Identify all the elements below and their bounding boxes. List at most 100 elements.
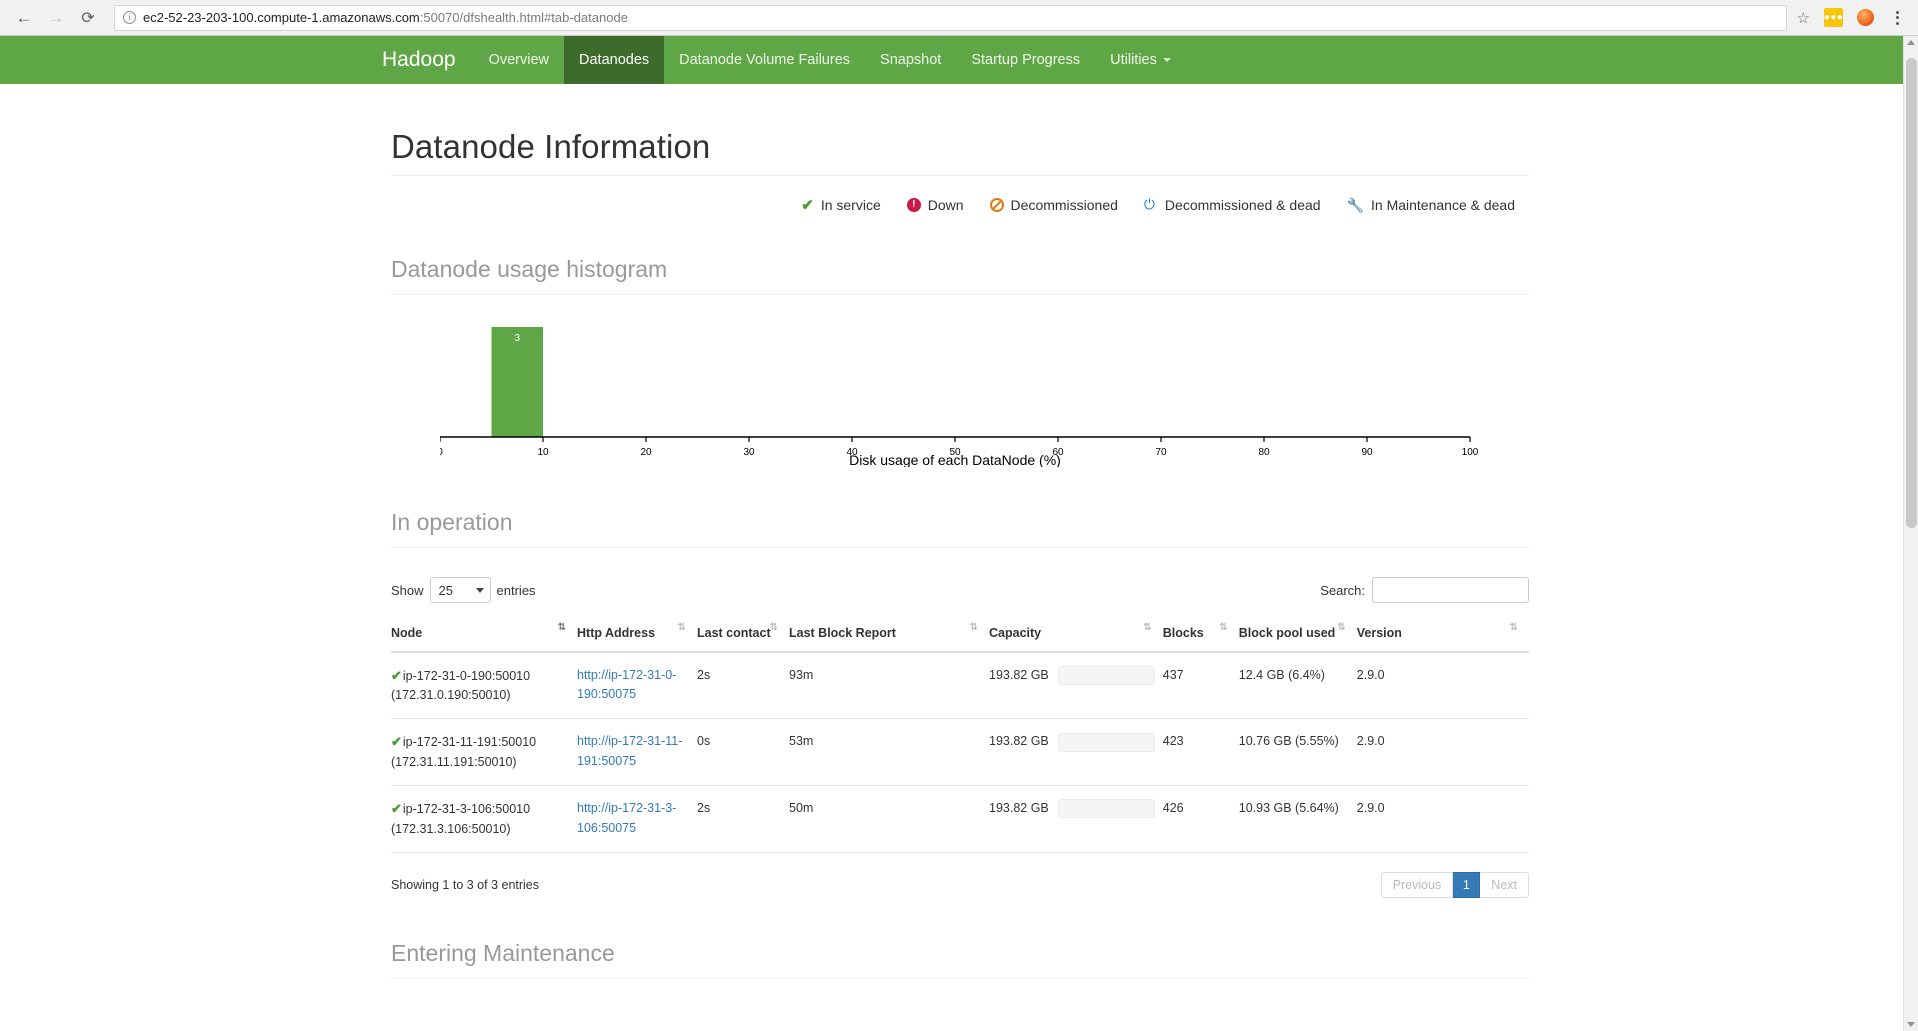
column-label-node: Node [391, 626, 423, 640]
entries-per-page-select[interactable]: 2550100 [429, 577, 491, 603]
column-header-node[interactable]: ⇅ Node [391, 620, 577, 653]
cell-last-contact: 0s [697, 718, 789, 787]
search-input[interactable] [1372, 577, 1529, 603]
column-label-last-contact: Last contact [697, 626, 771, 640]
datanode-table-body: ✔ip-172-31-0-190:50010 (172.31.0.190:5001… [391, 651, 1529, 853]
cell-last-contact: 2s [697, 785, 789, 853]
ban-circle-icon [989, 198, 1004, 212]
cell-capacity: 193.82 GB [989, 718, 1163, 787]
legend-down-label: Down [927, 197, 964, 213]
sort-icon: ⇅ [769, 622, 778, 633]
cell-node: ✔ip-172-31-11-191:50010 (172.31.11.191:50… [391, 718, 577, 787]
column-header-version[interactable]: ⇅ Version [1356, 620, 1529, 653]
power-icon: ⏻ [1143, 196, 1155, 212]
datanode-table-head: ⇅ Node ⇅ Http Address ⇅ Last contact ⇅ L… [391, 620, 1529, 653]
url-text: ec2-52-23-203-100.compute-1.amazonaws.co… [143, 10, 628, 25]
sort-icon: ⇅ [969, 622, 978, 633]
svg-text:10: 10 [537, 447, 549, 458]
legend-down: ! Down [906, 197, 964, 213]
cell-version: 2.9.0 [1356, 785, 1529, 853]
star-icon[interactable]: ☆ [1797, 9, 1810, 27]
datatable-info: Showing 1 to 3 of 3 entries [391, 877, 540, 892]
capacity-progress-bar [1057, 665, 1155, 685]
legend-in-service: ✔ In service [801, 196, 881, 214]
kebab-menu-icon[interactable] [1886, 10, 1908, 25]
cell-block-pool-used: 10.76 GB (5.55%) [1238, 718, 1357, 787]
legend-decommissioned-dead: ⏻ Decommissioned & dead [1144, 197, 1321, 213]
check-icon: ✔ [391, 801, 402, 817]
datatable-length-control: Show 2550100 entries [391, 577, 536, 603]
svg-text:0: 0 [440, 447, 443, 458]
node-name: ip-172-31-11-191:50010 [402, 735, 537, 750]
svg-text:100: 100 [1462, 447, 1479, 458]
cell-capacity: 193.82 GB [989, 785, 1163, 853]
http-address-link[interactable]: http://ip-172-31-11-191:50075 [577, 732, 689, 771]
nav-item-datanodes[interactable]: Datanodes [564, 36, 665, 84]
pagination-next[interactable]: Next [1480, 871, 1529, 898]
entering-maintenance-heading: Entering Maintenance [391, 939, 615, 966]
check-icon: ✔ [801, 197, 814, 214]
scrollbar-thumb[interactable] [1906, 58, 1917, 528]
pagination-page-1[interactable]: 1 [1453, 871, 1481, 898]
nav-item-utilities[interactable]: Utilities [1095, 36, 1186, 84]
sort-asc-icon: ⇅ [557, 622, 566, 633]
scroll-up-icon[interactable] [1907, 40, 1915, 45]
sort-icon: ⇅ [677, 622, 686, 633]
datatable-footer: Showing 1 to 3 of 3 entries Previous 1 N… [391, 853, 1529, 898]
cell-capacity: 193.82 GB [989, 651, 1163, 720]
table-row: ✔ip-172-31-0-190:50010 (172.31.0.190:5001… [391, 651, 1529, 720]
column-header-http-address[interactable]: ⇅ Http Address [577, 620, 697, 653]
cell-last-block-report: 93m [789, 651, 989, 720]
legend-decommissioned-label: Decommissioned [1010, 197, 1118, 213]
cell-http-address: http://ip-172-31-0-190:50075 [577, 651, 697, 720]
column-header-last-contact[interactable]: ⇅ Last contact [697, 620, 789, 653]
cell-node: ✔ip-172-31-0-190:50010 (172.31.0.190:5001… [391, 651, 577, 720]
column-header-block-pool-used[interactable]: ⇅ Block pool used [1238, 620, 1357, 653]
column-header-last-block-report[interactable]: ⇅ Last Block Report [789, 620, 989, 653]
forward-arrow-icon[interactable]: → [42, 4, 70, 32]
datanode-usage-histogram: 3 0102030405060708090100 Disk usage of e… [391, 295, 1529, 467]
nav-item-overview[interactable]: Overview [474, 36, 564, 84]
cell-block-pool-used: 12.4 GB (6.4%) [1238, 651, 1357, 720]
cell-http-address: http://ip-172-31-11-191:50075 [577, 718, 697, 787]
datatable-search-control: Search: [1320, 577, 1529, 603]
orange-extension-icon[interactable] [1857, 9, 1874, 26]
capacity-value: 193.82 GB [989, 734, 1049, 749]
status-legend: ✔ In service ! Down Decommissioned ⏻ Dec… [391, 176, 1529, 215]
entries-label: entries [496, 582, 536, 598]
page-title: Datanode Information [391, 128, 711, 165]
datanode-table: ⇅ Node ⇅ Http Address ⇅ Last contact ⇅ L… [391, 620, 1529, 853]
search-label: Search: [1320, 582, 1365, 598]
nav-item-datanode-volume-failures[interactable]: Datanode Volume Failures [664, 36, 865, 84]
http-address-link[interactable]: http://ip-172-31-3-106:50075 [577, 799, 689, 838]
column-label-blocks: Blocks [1162, 626, 1204, 640]
page-scrollbar[interactable] [1903, 36, 1918, 1031]
node-address: (172.31.0.190:50010) [391, 688, 511, 702]
back-arrow-icon[interactable]: ← [10, 4, 38, 32]
yellow-extension-icon[interactable]: ●●● [1824, 8, 1843, 27]
scroll-down-icon[interactable] [1907, 1022, 1915, 1027]
nav-item-snapshot[interactable]: Snapshot [865, 36, 956, 84]
entering-maintenance-divider [391, 977, 1529, 979]
hadoop-brand[interactable]: Hadoop [364, 36, 474, 84]
histogram-x-axis-label: Disk usage of each DataNode (%) [849, 452, 1061, 467]
column-label-version: Version [1356, 626, 1402, 640]
cell-version: 2.9.0 [1356, 718, 1529, 787]
column-header-capacity[interactable]: ⇅ Capacity [989, 620, 1163, 653]
check-icon: ✔ [391, 734, 402, 750]
hadoop-navbar: Hadoop Overview Datanodes Datanode Volum… [0, 36, 1918, 84]
site-info-icon[interactable]: i [123, 11, 136, 24]
pagination-previous[interactable]: Previous [1380, 871, 1454, 898]
svg-text:90: 90 [1361, 447, 1373, 458]
reload-icon[interactable]: ⟳ [74, 4, 102, 32]
cell-last-block-report: 53m [789, 718, 989, 787]
nav-item-startup-progress[interactable]: Startup Progress [956, 36, 1095, 84]
cell-blocks: 426 [1162, 785, 1239, 853]
http-address-link[interactable]: http://ip-172-31-0-190:50075 [577, 666, 689, 705]
address-bar[interactable]: i ec2-52-23-203-100.compute-1.amazonaws.… [114, 4, 1787, 31]
cell-blocks: 423 [1162, 718, 1239, 787]
pagination: Previous 1 Next [1380, 871, 1529, 898]
check-icon: ✔ [391, 667, 402, 683]
column-header-blocks[interactable]: ⇅ Blocks [1162, 620, 1239, 653]
svg-text:20: 20 [640, 447, 652, 458]
